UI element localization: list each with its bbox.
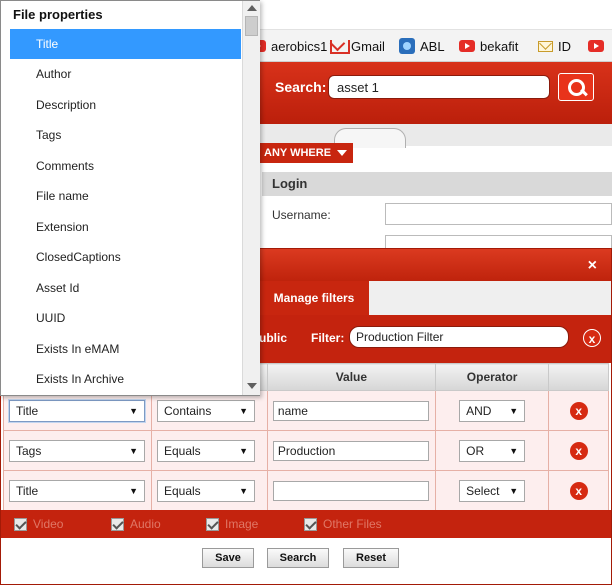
operator-select[interactable]: Select ▼ [459, 479, 526, 502]
scroll-down-icon[interactable] [247, 383, 257, 389]
delete-row-icon[interactable]: x [569, 441, 588, 460]
value-input[interactable] [272, 480, 429, 501]
dropdown-option[interactable]: Comments [10, 151, 241, 181]
login-title: Login [262, 172, 612, 196]
dropdown-arrow-icon: ▼ [129, 485, 138, 496]
dropdown-option[interactable]: Exists In Archive [10, 364, 241, 394]
reset-button[interactable]: Reset [343, 548, 399, 568]
bookmark-overflow[interactable] [588, 37, 604, 55]
search-icon[interactable] [558, 73, 594, 101]
bookmark-bekafit[interactable]: bekafit [459, 37, 518, 55]
close-icon[interactable]: × [588, 257, 597, 275]
table-row: Tags ▼ Equals ▼ Production OR ▼ x [3, 430, 609, 471]
dropdown-option[interactable]: Extension [10, 212, 241, 242]
delete-row-icon[interactable]: x [569, 481, 588, 500]
condition-select[interactable]: Contains ▼ [156, 399, 255, 422]
search-input[interactable]: asset 1 [328, 75, 550, 99]
dropdown-option-title[interactable]: Title [10, 29, 241, 59]
chevron-down-icon [337, 150, 348, 156]
youtube-icon [459, 40, 475, 52]
operator-select[interactable]: OR ▼ [459, 439, 526, 462]
property-select[interactable]: Title ▼ [9, 479, 145, 502]
media-type-bar: Video Audio Image Other Files [1, 510, 611, 538]
column-header [548, 363, 609, 391]
dropdown-option[interactable]: Exists In eMAM [10, 334, 241, 364]
bookmark-id[interactable]: ID [538, 37, 571, 55]
scope-label: ANY WHERE [264, 147, 332, 159]
filter-label: Filter: [311, 331, 345, 345]
checkbox-icon [111, 517, 124, 531]
checkbox-icon [206, 517, 219, 531]
operator-select[interactable]: AND ▼ [459, 399, 526, 422]
checkbox-icon [304, 517, 317, 531]
media-audio-checkbox[interactable]: Audio [111, 517, 161, 531]
file-properties-dropdown[interactable]: File properties Title Author Description… [0, 0, 260, 396]
bookmark-abl[interactable]: ABL [399, 37, 445, 55]
dropdown-option[interactable]: Description [10, 90, 241, 120]
dropdown-arrow-icon: ▼ [509, 405, 519, 416]
dropdown-scrollbar[interactable] [242, 1, 260, 395]
dropdown-option[interactable]: File name [10, 181, 241, 211]
column-header-operator: Operator [434, 363, 550, 391]
dropdown-option[interactable]: Asset Id [10, 273, 241, 303]
mail-icon [538, 40, 553, 52]
username-input[interactable] [385, 203, 612, 225]
bookmark-label: aerobics1 [271, 38, 328, 54]
value-input[interactable]: Production [272, 440, 429, 461]
scope-dropdown[interactable]: ANY WHERE [258, 143, 354, 163]
delete-filter-icon[interactable]: x [583, 329, 601, 347]
public-label: ublic [259, 331, 288, 345]
dropdown-arrow-icon: ▼ [239, 485, 248, 496]
bookmark-label: Gmail [351, 38, 385, 54]
username-label: Username: [272, 208, 331, 222]
bookmark-label: ID [558, 38, 571, 54]
property-select[interactable]: Title ▼ [9, 399, 145, 422]
media-video-checkbox[interactable]: Video [14, 517, 63, 531]
dropdown-arrow-icon: ▼ [239, 445, 248, 456]
filter-name-input[interactable]: Production Filter [349, 326, 569, 348]
dropdown-arrow-icon: ▼ [129, 405, 138, 416]
bookmark-label: bekafit [480, 38, 519, 54]
dropdown-arrow-icon: ▼ [509, 445, 519, 456]
youtube-icon [588, 40, 604, 52]
media-image-checkbox[interactable]: Image [206, 517, 258, 531]
property-select[interactable]: Tags ▼ [9, 439, 145, 462]
column-header-value: Value [266, 363, 436, 391]
dropdown-arrow-icon: ▼ [509, 485, 519, 496]
value-input[interactable]: name [272, 400, 429, 421]
checkbox-icon [14, 517, 27, 531]
search-button[interactable]: Search [267, 548, 329, 568]
save-button[interactable]: Save [202, 548, 254, 568]
search-label: Search: [275, 79, 327, 95]
dropdown-title: File properties [13, 7, 103, 22]
table-row: Title ▼ Equals ▼ Select ▼ x [3, 470, 609, 511]
delete-row-icon[interactable]: x [569, 401, 588, 420]
bookmark-gmail[interactable]: Gmail [330, 37, 385, 55]
dropdown-arrow-icon: ▼ [239, 405, 248, 416]
dropdown-option[interactable]: UUID [10, 303, 241, 333]
condition-select[interactable]: Equals ▼ [156, 479, 255, 502]
dropdown-option[interactable]: Tags [10, 120, 241, 150]
scroll-up-icon[interactable] [247, 5, 257, 11]
media-other-checkbox[interactable]: Other Files [304, 517, 382, 531]
dropdown-option[interactable]: ClosedCaptions [10, 242, 241, 272]
condition-select[interactable]: Equals ▼ [156, 439, 255, 462]
dropdown-option[interactable]: Author [10, 59, 241, 89]
bookmark-aerobics[interactable]: aerobics1 [250, 37, 327, 55]
bookmark-label: ABL [420, 38, 445, 54]
password-input[interactable] [385, 235, 612, 249]
tab-manage-filters[interactable]: Manage filters [259, 281, 369, 315]
abl-icon [399, 38, 415, 54]
scroll-thumb[interactable] [245, 16, 258, 36]
table-row: Title ▼ Contains ▼ name AND ▼ x [3, 390, 609, 431]
dropdown-arrow-icon: ▼ [129, 445, 138, 456]
gmail-icon [330, 40, 350, 54]
